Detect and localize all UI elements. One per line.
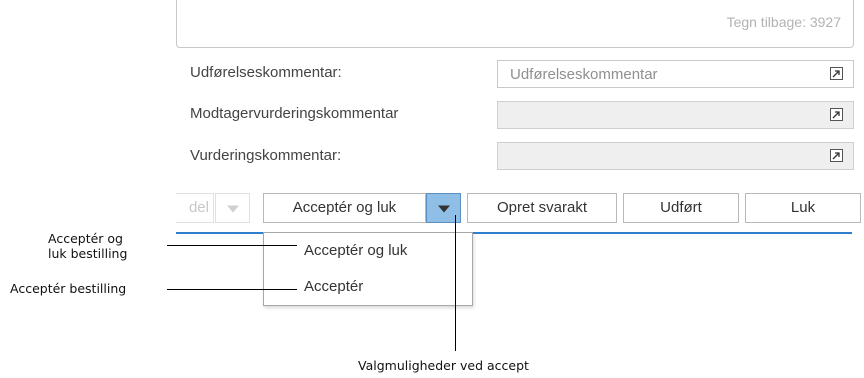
expand-icon[interactable] xyxy=(830,149,843,162)
accept-close-button[interactable]: Acceptér og luk xyxy=(263,193,426,223)
expand-icon[interactable] xyxy=(830,108,843,121)
execution-comment-placeholder: Udførelseskommentar xyxy=(510,66,658,83)
accept-dropdown-menu: Acceptér og luk Acceptér xyxy=(263,232,473,306)
comment-textarea[interactable]: Tegn tilbage: 3927 xyxy=(176,0,854,48)
assessment-comment-label: Vurderingskommentar: xyxy=(190,147,342,164)
execution-comment-field[interactable]: Udførelseskommentar xyxy=(497,60,854,88)
callout-accept-close-line2: luk bestilling xyxy=(48,246,128,261)
recipient-assessment-comment-label: Modtagervurderingskommentar xyxy=(190,105,399,122)
callout-options: Valgmuligheder ved accept xyxy=(358,358,529,373)
menu-item-accept-close[interactable]: Acceptér og luk xyxy=(304,242,407,259)
recipient-assessment-comment-field[interactable] xyxy=(497,101,854,129)
callout-line xyxy=(167,245,297,246)
menu-item-accept[interactable]: Acceptér xyxy=(304,278,363,295)
close-button[interactable]: Luk xyxy=(745,193,861,223)
partial-dropdown-button[interactable] xyxy=(215,193,250,223)
assessment-comment-field[interactable] xyxy=(497,142,854,170)
create-reply-button[interactable]: Opret svarakt xyxy=(467,193,617,223)
callout-accept-close-line1: Acceptér og xyxy=(48,231,123,246)
execution-comment-label: Udførelseskommentar: xyxy=(190,64,342,81)
chevron-down-icon xyxy=(226,205,239,213)
partial-button[interactable]: del xyxy=(176,193,214,223)
callout-accept: Acceptér bestilling xyxy=(10,281,127,296)
chevron-down-icon xyxy=(437,205,450,213)
done-button[interactable]: Udført xyxy=(623,193,739,223)
callout-line xyxy=(167,289,297,290)
callout-line xyxy=(455,215,456,351)
expand-icon[interactable] xyxy=(830,67,843,80)
chars-left-label: Tegn tilbage: 3927 xyxy=(726,14,841,30)
